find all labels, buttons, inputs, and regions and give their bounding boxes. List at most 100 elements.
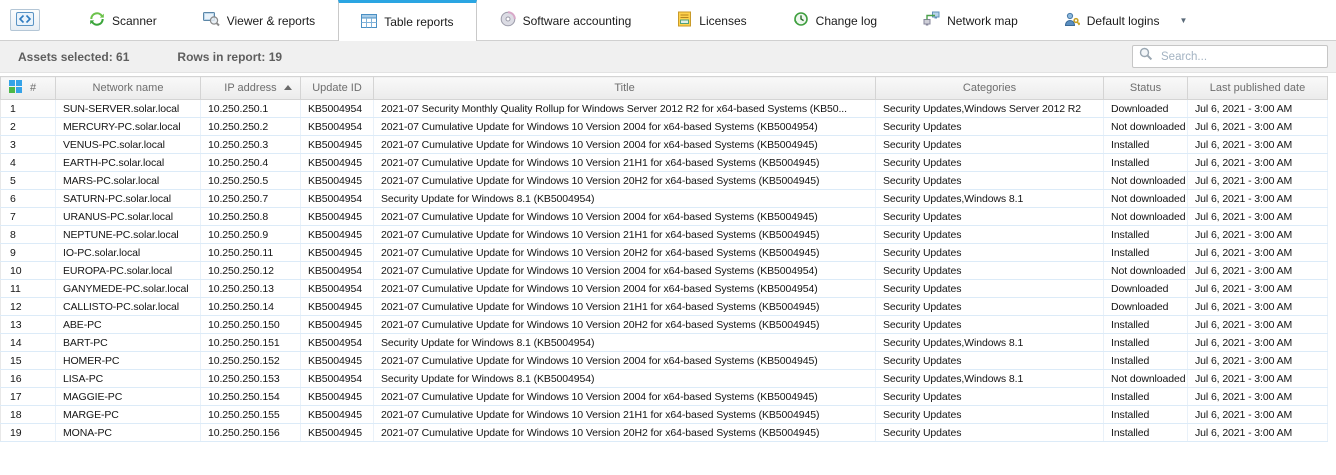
cell-categories[interactable]: Security Updates xyxy=(876,244,1104,262)
cell-title[interactable]: 2021-07 Cumulative Update for Windows 10… xyxy=(374,406,876,424)
table-row[interactable]: 19 MONA-PC 10.250.250.156 KB5004945 2021… xyxy=(1,424,1328,442)
cell-update-id[interactable]: KB5004954 xyxy=(301,280,374,298)
cell-categories[interactable]: Security Updates xyxy=(876,136,1104,154)
cell-ip-address[interactable]: 10.250.250.7 xyxy=(201,190,301,208)
cell-update-id[interactable]: KB5004945 xyxy=(301,388,374,406)
table-row[interactable]: 10 EUROPA-PC.solar.local 10.250.250.12 K… xyxy=(1,262,1328,280)
cell-row-number[interactable]: 12 xyxy=(1,298,56,316)
cell-update-id[interactable]: KB5004945 xyxy=(301,352,374,370)
cell-row-number[interactable]: 8 xyxy=(1,226,56,244)
table-row[interactable]: 2 MERCURY-PC.solar.local 10.250.250.2 KB… xyxy=(1,118,1328,136)
cell-last-published-date[interactable]: Jul 6, 2021 - 3:00 AM xyxy=(1188,298,1328,316)
cell-categories[interactable]: Security Updates xyxy=(876,262,1104,280)
cell-update-id[interactable]: KB5004945 xyxy=(301,298,374,316)
cell-status[interactable]: Installed xyxy=(1104,244,1188,262)
cell-ip-address[interactable]: 10.250.250.11 xyxy=(201,244,301,262)
cell-row-number[interactable]: 9 xyxy=(1,244,56,262)
cell-title[interactable]: 2021-07 Cumulative Update for Windows 10… xyxy=(374,172,876,190)
cell-ip-address[interactable]: 10.250.250.150 xyxy=(201,316,301,334)
column-header-categories[interactable]: Categories xyxy=(876,77,1104,100)
cell-categories[interactable]: Security Updates,Windows 8.1 xyxy=(876,190,1104,208)
cell-row-number[interactable]: 1 xyxy=(1,100,56,118)
cell-ip-address[interactable]: 10.250.250.9 xyxy=(201,226,301,244)
column-header-status[interactable]: Status xyxy=(1104,77,1188,100)
cell-status[interactable]: Installed xyxy=(1104,154,1188,172)
cell-status[interactable]: Installed xyxy=(1104,424,1188,442)
cell-network-name[interactable]: MARS-PC.solar.local xyxy=(56,172,201,190)
column-header-last-published-date[interactable]: Last published date xyxy=(1188,77,1328,100)
search-input[interactable] xyxy=(1159,50,1321,64)
cell-ip-address[interactable]: 10.250.250.5 xyxy=(201,172,301,190)
cell-ip-address[interactable]: 10.250.250.8 xyxy=(201,208,301,226)
tab-change-log[interactable]: Change log xyxy=(770,0,900,40)
cell-status[interactable]: Installed xyxy=(1104,226,1188,244)
cell-network-name[interactable]: SUN-SERVER.solar.local xyxy=(56,100,201,118)
cell-update-id[interactable]: KB5004954 xyxy=(301,370,374,388)
cell-last-published-date[interactable]: Jul 6, 2021 - 3:00 AM xyxy=(1188,370,1328,388)
cell-status[interactable]: Not downloaded xyxy=(1104,208,1188,226)
table-row[interactable]: 12 CALLISTO-PC.solar.local 10.250.250.14… xyxy=(1,298,1328,316)
cell-categories[interactable]: Security Updates xyxy=(876,316,1104,334)
cell-last-published-date[interactable]: Jul 6, 2021 - 3:00 AM xyxy=(1188,352,1328,370)
cell-update-id[interactable]: KB5004954 xyxy=(301,334,374,352)
cell-ip-address[interactable]: 10.250.250.14 xyxy=(201,298,301,316)
cell-last-published-date[interactable]: Jul 6, 2021 - 3:00 AM xyxy=(1188,406,1328,424)
cell-ip-address[interactable]: 10.250.250.154 xyxy=(201,388,301,406)
cell-categories[interactable]: Security Updates xyxy=(876,172,1104,190)
cell-categories[interactable]: Security Updates xyxy=(876,118,1104,136)
cell-last-published-date[interactable]: Jul 6, 2021 - 3:00 AM xyxy=(1188,190,1328,208)
cell-title[interactable]: 2021-07 Cumulative Update for Windows 10… xyxy=(374,136,876,154)
table-row[interactable]: 14 BART-PC 10.250.250.151 KB5004954 Secu… xyxy=(1,334,1328,352)
cell-update-id[interactable]: KB5004954 xyxy=(301,100,374,118)
cell-network-name[interactable]: BART-PC xyxy=(56,334,201,352)
cell-title[interactable]: 2021-07 Cumulative Update for Windows 10… xyxy=(374,226,876,244)
cell-status[interactable]: Not downloaded xyxy=(1104,118,1188,136)
cell-ip-address[interactable]: 10.250.250.3 xyxy=(201,136,301,154)
cell-categories[interactable]: Security Updates,Windows 8.1 xyxy=(876,334,1104,352)
column-header-network-name[interactable]: Network name xyxy=(56,77,201,100)
cell-update-id[interactable]: KB5004954 xyxy=(301,118,374,136)
table-row[interactable]: 7 URANUS-PC.solar.local 10.250.250.8 KB5… xyxy=(1,208,1328,226)
cell-network-name[interactable]: MERCURY-PC.solar.local xyxy=(56,118,201,136)
tab-software-accounting[interactable]: Software accounting xyxy=(477,0,655,40)
cell-title[interactable]: 2021-07 Cumulative Update for Windows 10… xyxy=(374,388,876,406)
cell-row-number[interactable]: 2 xyxy=(1,118,56,136)
table-row[interactable]: 13 ABE-PC 10.250.250.150 KB5004945 2021-… xyxy=(1,316,1328,334)
table-row[interactable]: 1 SUN-SERVER.solar.local 10.250.250.1 KB… xyxy=(1,100,1328,118)
cell-ip-address[interactable]: 10.250.250.2 xyxy=(201,118,301,136)
cell-network-name[interactable]: EARTH-PC.solar.local xyxy=(56,154,201,172)
column-header-ip-address[interactable]: IP address xyxy=(201,77,301,100)
cell-ip-address[interactable]: 10.250.250.12 xyxy=(201,262,301,280)
cell-update-id[interactable]: KB5004945 xyxy=(301,172,374,190)
cell-title[interactable]: 2021-07 Cumulative Update for Windows 10… xyxy=(374,244,876,262)
cell-status[interactable]: Not downloaded xyxy=(1104,370,1188,388)
cell-title[interactable]: 2021-07 Cumulative Update for Windows 10… xyxy=(374,352,876,370)
cell-network-name[interactable]: VENUS-PC.solar.local xyxy=(56,136,201,154)
cell-ip-address[interactable]: 10.250.250.13 xyxy=(201,280,301,298)
cell-categories[interactable]: Security Updates xyxy=(876,208,1104,226)
cell-categories[interactable]: Security Updates xyxy=(876,406,1104,424)
column-header-row-number[interactable]: # xyxy=(1,77,56,100)
cell-network-name[interactable]: URANUS-PC.solar.local xyxy=(56,208,201,226)
cell-title[interactable]: Security Update for Windows 8.1 (KB50049… xyxy=(374,334,876,352)
tab-licenses[interactable]: Licenses xyxy=(654,0,769,40)
table-row[interactable]: 3 VENUS-PC.solar.local 10.250.250.3 KB50… xyxy=(1,136,1328,154)
cell-last-published-date[interactable]: Jul 6, 2021 - 3:00 AM xyxy=(1188,280,1328,298)
table-row[interactable]: 4 EARTH-PC.solar.local 10.250.250.4 KB50… xyxy=(1,154,1328,172)
cell-status[interactable]: Downloaded xyxy=(1104,100,1188,118)
cell-categories[interactable]: Security Updates xyxy=(876,298,1104,316)
cell-network-name[interactable]: CALLISTO-PC.solar.local xyxy=(56,298,201,316)
cell-update-id[interactable]: KB5004954 xyxy=(301,190,374,208)
cell-network-name[interactable]: NEPTUNE-PC.solar.local xyxy=(56,226,201,244)
cell-row-number[interactable]: 14 xyxy=(1,334,56,352)
cell-last-published-date[interactable]: Jul 6, 2021 - 3:00 AM xyxy=(1188,172,1328,190)
table-row[interactable]: 15 HOMER-PC 10.250.250.152 KB5004945 202… xyxy=(1,352,1328,370)
cell-last-published-date[interactable]: Jul 6, 2021 - 3:00 AM xyxy=(1188,244,1328,262)
table-row[interactable]: 6 SATURN-PC.solar.local 10.250.250.7 KB5… xyxy=(1,190,1328,208)
cell-update-id[interactable]: KB5004945 xyxy=(301,244,374,262)
cell-title[interactable]: 2021-07 Cumulative Update for Windows 10… xyxy=(374,280,876,298)
cell-row-number[interactable]: 5 xyxy=(1,172,56,190)
cell-network-name[interactable]: MAGGIE-PC xyxy=(56,388,201,406)
cell-update-id[interactable]: KB5004945 xyxy=(301,136,374,154)
cell-last-published-date[interactable]: Jul 6, 2021 - 3:00 AM xyxy=(1188,208,1328,226)
